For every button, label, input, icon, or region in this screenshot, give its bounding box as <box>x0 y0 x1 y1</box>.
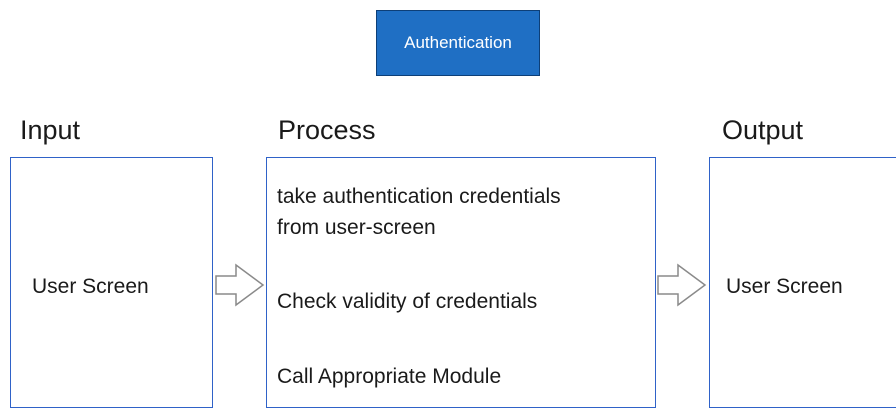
process-step-3: Call Appropriate Module <box>277 365 502 388</box>
process-step-2: Check validity of credentials <box>277 290 538 313</box>
process-box: take authentication credentials from use… <box>266 157 656 408</box>
process-heading: Process <box>278 115 376 145</box>
input-heading: Input <box>20 115 81 145</box>
output-heading: Output <box>722 115 804 145</box>
output-box: User Screen <box>709 157 896 408</box>
output-box-label: User Screen <box>726 275 843 298</box>
input-box: User Screen <box>10 157 213 408</box>
input-box-label: User Screen <box>32 275 149 298</box>
process-step-1-line-1: take authentication credentials <box>277 185 561 208</box>
diagram-title-box: Authentication <box>376 10 540 76</box>
arrow-right-icon <box>215 263 265 307</box>
process-step-1-line-2: from user-screen <box>277 216 436 239</box>
diagram-title: Authentication <box>404 33 512 52</box>
arrow-right-icon <box>657 263 707 307</box>
